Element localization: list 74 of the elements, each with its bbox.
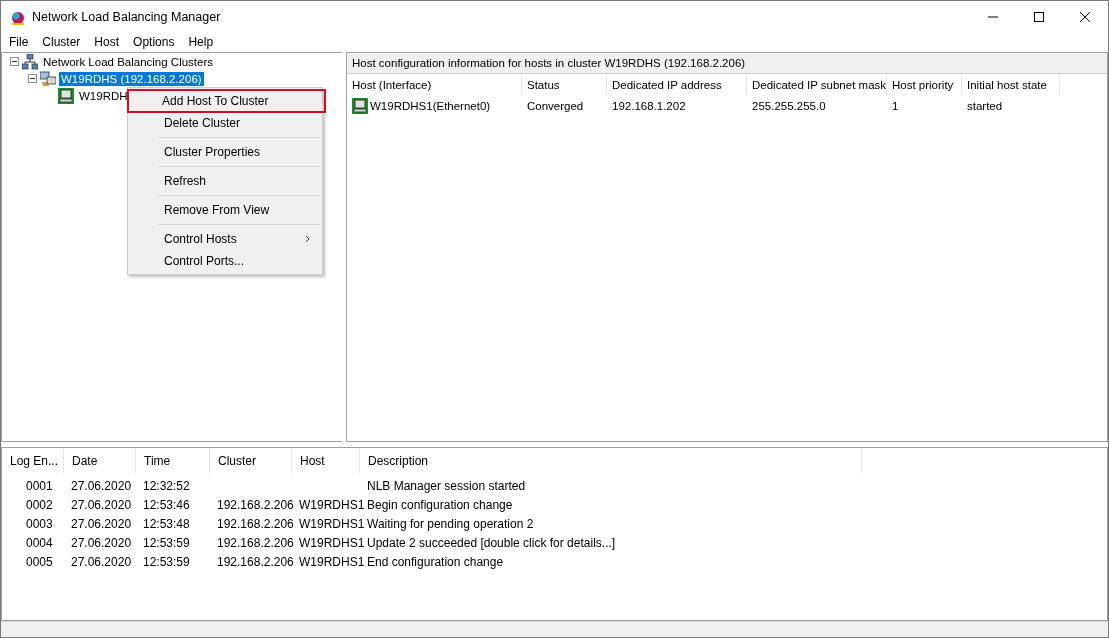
menu-item[interactable]: Options [126,35,182,49]
menu-item[interactable]: Control Hosts [130,228,320,250]
table-cell: 0004 [26,535,53,550]
close-icon [1080,11,1090,22]
computer-icon [352,97,368,114]
table-cell: W19RDHS1 [299,516,365,531]
table-cell: Update 2 succeeded [double click for details...] [367,535,616,550]
table-cell: 27.06.2020 [71,497,132,512]
column-header[interactable]: Host priority [887,74,962,95]
network-icon [22,53,38,70]
column-header[interactable]: Log En... [2,448,64,473]
table-cell: 12:53:46 [143,497,190,512]
table-cell: Begin configuration change [367,497,513,512]
menu-item[interactable]: File [2,35,36,49]
table-cell: 12:53:59 [143,554,190,569]
table-cell: 192.168.2.206 [217,554,294,569]
menu-item[interactable]: Add Host To Cluster [128,90,325,112]
table-cell-text: started [966,99,1004,112]
column-header[interactable]: Description [360,448,862,473]
tree-item[interactable]: W19RDH [77,88,130,103]
maximize-icon [1034,11,1044,22]
table-cell: 0002 [26,497,53,512]
table-cell: Waiting for pending operation 2 [367,516,534,531]
table-cell-text: 1 [891,99,900,112]
table-cell: W19RDHS1 [299,554,365,569]
minus-icon [29,76,36,81]
table-cell: 12:53:59 [143,535,190,550]
panel-title: Host configuration information for hosts in cluster W19RDHS (192.168.2.206) [347,53,1107,74]
table-cell: W19RDHS1(Ethernet0) [370,99,491,112]
tree-item[interactable]: Network Load Balancing Clusters [41,54,216,69]
computer-icon [58,87,74,104]
table-cell: W19RDHS1 [299,497,365,512]
table-cell-text: 255.255.255.0 [751,99,827,112]
table-cell: 12:32:52 [143,478,190,493]
table-cell: 27.06.2020 [71,554,132,569]
expander-icon[interactable] [10,57,19,66]
table-cell: 0003 [26,516,53,531]
column-header[interactable]: Host [292,448,360,473]
column-header[interactable]: Date [64,448,136,473]
column-header[interactable]: Initial host state [962,74,1060,95]
table-cell: 12:53:48 [143,516,190,531]
server-cluster-icon [40,70,56,87]
table-cell: End configuration change [367,554,504,569]
column-header[interactable]: Cluster [210,448,292,473]
table-cell: 192.168.2.206 [217,516,294,531]
column-header[interactable]: Dedicated IP address [607,74,747,95]
table-cell: 27.06.2020 [71,478,132,493]
menu-item[interactable]: Cluster Properties [130,141,320,163]
menu-item[interactable]: Control Ports... [130,250,320,272]
column-header[interactable]: Host (Interface) [347,74,522,95]
column-header[interactable]: Time [136,448,210,473]
chevron-right-icon [305,235,310,243]
table-cell-text: 192.168.1.202 [611,99,687,112]
table-cell: 192.168.2.206 [217,535,294,550]
table-cell: 192.168.2.206 [217,497,294,512]
menu-item[interactable]: Remove From View [130,199,320,221]
table-cell: W19RDHS1 [299,535,365,550]
column-header[interactable]: Dedicated IP subnet mask [747,74,887,95]
menu-item[interactable]: Host [87,35,127,49]
table-cell: NLB Manager session started [367,478,526,493]
table-cell: 27.06.2020 [71,516,132,531]
table-cell-text: Converged [526,99,585,112]
menu-item[interactable]: Cluster [35,35,88,49]
column-header[interactable]: Status [522,74,607,95]
table-cell: 0005 [26,554,53,569]
table-cell: 27.06.2020 [71,535,132,550]
menu-item[interactable]: Refresh [130,170,320,192]
expander-icon[interactable] [28,74,37,83]
menu-item[interactable]: Delete Cluster [130,112,320,134]
table-cell: 0001 [26,478,53,493]
window-title: Network Load Balancing Manager [32,9,221,24]
minus-icon [11,59,18,64]
tree-item[interactable]: W19RDHS (192.168.2.206) [59,71,204,86]
menu-item[interactable]: Help [181,35,221,49]
